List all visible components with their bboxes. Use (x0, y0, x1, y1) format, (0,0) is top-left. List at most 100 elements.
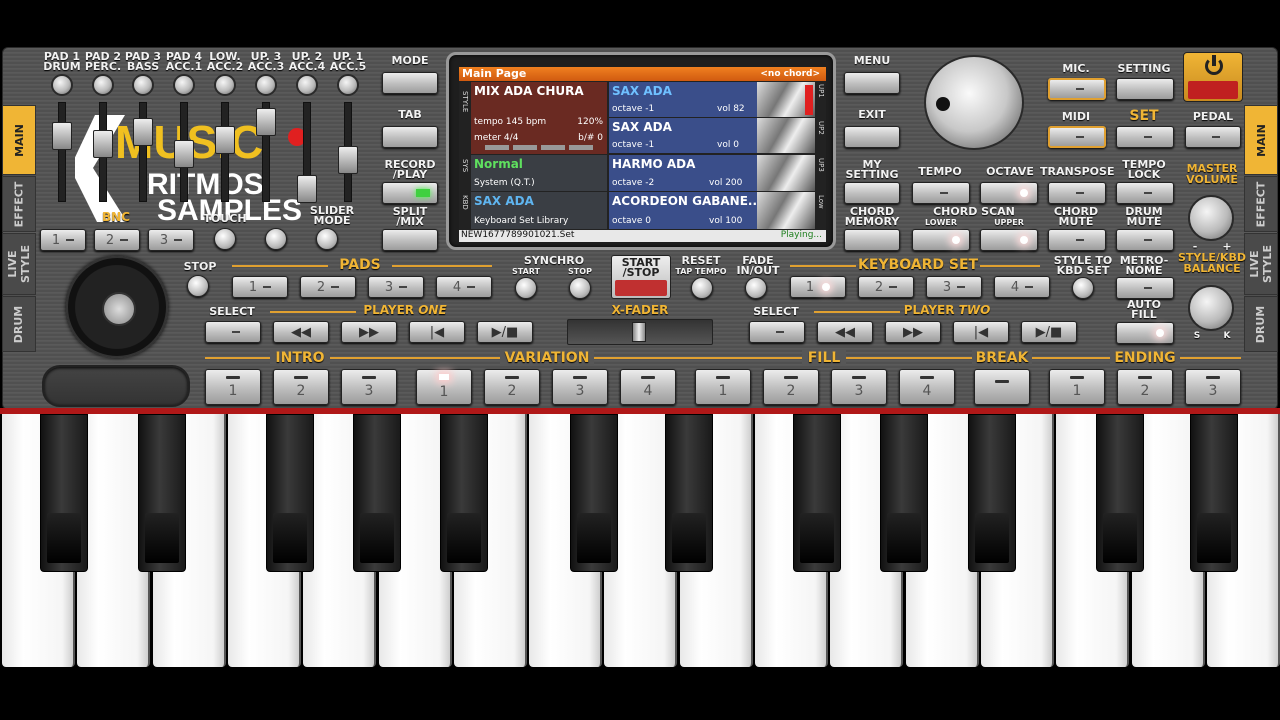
player-two-forward-button[interactable]: ▶▶ (885, 321, 941, 343)
exit-button[interactable] (844, 126, 900, 148)
fader-handle[interactable] (133, 118, 153, 146)
tab-effect-left[interactable]: EFFECT (2, 176, 36, 232)
variation-button[interactable]: 2 (484, 369, 540, 405)
tab-drum-left[interactable]: DRUM (2, 296, 36, 352)
black-key[interactable] (1190, 414, 1238, 572)
fill-button[interactable]: 2 (763, 369, 819, 405)
tempo-button[interactable] (912, 182, 970, 204)
pads-stop-button[interactable] (187, 275, 209, 297)
transpose-button[interactable] (1048, 182, 1106, 204)
xfader-track[interactable] (567, 319, 713, 345)
lower-cell[interactable]: ACORDEON GABANE.. octave 0 vol 100 (609, 192, 815, 229)
jog-wheel[interactable] (66, 256, 168, 358)
black-key[interactable] (266, 414, 314, 572)
style-kbd-balance-knob[interactable] (1188, 285, 1234, 331)
pedal-button[interactable] (1185, 126, 1241, 148)
player-one-prev-button[interactable]: |◀ (409, 321, 465, 343)
mixer-pan-knob[interactable] (51, 74, 73, 96)
tab-live-style-left[interactable]: LIVE STYLE (2, 233, 36, 295)
kbd-cell[interactable]: SAX ADA Keyboard Set Library (471, 192, 607, 229)
variation-button[interactable]: 4 (620, 369, 676, 405)
black-key[interactable] (40, 414, 88, 572)
chord-scan-lower-button[interactable] (912, 229, 970, 251)
intro-button[interactable]: 3 (341, 369, 397, 405)
fader-handle[interactable] (52, 122, 72, 150)
style-to-kbd-button[interactable] (1072, 277, 1094, 299)
tab-main-right[interactable]: MAIN (1244, 105, 1278, 175)
player-two-rewind-button[interactable]: ◀◀ (817, 321, 873, 343)
player-one-forward-button[interactable]: ▶▶ (341, 321, 397, 343)
mixer-pan-knob[interactable] (255, 74, 277, 96)
power-button[interactable] (1183, 52, 1243, 102)
black-key[interactable] (968, 414, 1016, 572)
midi-button[interactable] (1048, 126, 1106, 148)
ending-button[interactable]: 1 (1049, 369, 1105, 405)
black-key[interactable] (1096, 414, 1144, 572)
mode-button[interactable] (382, 72, 438, 94)
mixer-button[interactable] (265, 228, 287, 250)
black-key[interactable] (570, 414, 618, 572)
variation-button[interactable]: 1 (416, 369, 472, 405)
fill-button[interactable]: 1 (695, 369, 751, 405)
fill-button[interactable]: 4 (899, 369, 955, 405)
xfader-handle[interactable] (632, 322, 646, 342)
chord-mute-button[interactable] (1048, 229, 1106, 251)
data-dial[interactable] (924, 55, 1024, 150)
menu-button[interactable] (844, 72, 900, 94)
mixer-pan-knob[interactable] (132, 74, 154, 96)
keyboard-set-button[interactable]: 3 (926, 276, 982, 298)
fader-handle[interactable] (93, 130, 113, 158)
upper3-cell[interactable]: HARMO ADA octave -2 vol 200 (609, 155, 815, 191)
player-two-select-button[interactable] (749, 321, 805, 343)
pad-button[interactable]: 2 (300, 276, 356, 298)
keyboard-set-button[interactable]: 2 (858, 276, 914, 298)
ending-button[interactable]: 2 (1117, 369, 1173, 405)
mixer-pan-knob[interactable] (92, 74, 114, 96)
tempo-lock-button[interactable] (1116, 182, 1174, 204)
black-key[interactable] (440, 414, 488, 572)
setting-button[interactable] (1116, 78, 1174, 100)
fader-handle[interactable] (174, 140, 194, 168)
octave-button[interactable] (980, 182, 1038, 204)
mixer-pan-knob[interactable] (214, 74, 236, 96)
keyboard-set-button[interactable]: 4 (994, 276, 1050, 298)
mixer-bank-button[interactable]: 2 (94, 229, 140, 251)
pad-button[interactable]: 4 (436, 276, 492, 298)
synchro-stop-button[interactable] (569, 277, 591, 299)
touch-button[interactable] (214, 228, 236, 250)
my-setting-button[interactable] (844, 182, 900, 204)
split-mix-button[interactable] (382, 229, 438, 251)
mixer-pan-knob[interactable] (337, 74, 359, 96)
keyboard-set-button[interactable]: 1 (790, 276, 846, 298)
metronome-button[interactable] (1116, 277, 1174, 299)
fader-handle[interactable] (256, 108, 276, 136)
mixer-pan-knob[interactable] (173, 74, 195, 96)
black-key[interactable] (880, 414, 928, 572)
slider-mode-button[interactable] (316, 228, 338, 250)
black-key[interactable] (138, 414, 186, 572)
chord-memory-button[interactable] (844, 229, 900, 251)
record-play-button[interactable] (382, 182, 438, 204)
player-two-play-stop-button[interactable]: ▶/■ (1021, 321, 1077, 343)
mixer-pan-knob[interactable] (296, 74, 318, 96)
mic-button[interactable] (1048, 78, 1106, 100)
tab-drum-right[interactable]: DRUM (1244, 296, 1278, 352)
tab-live-style-right[interactable]: LIVE STYLE (1244, 233, 1278, 295)
black-key[interactable] (665, 414, 713, 572)
pad-button[interactable]: 1 (232, 276, 288, 298)
drum-mute-button[interactable] (1116, 229, 1174, 251)
fill-button[interactable]: 3 (831, 369, 887, 405)
auto-fill-button[interactable] (1116, 322, 1174, 344)
ending-button[interactable]: 3 (1185, 369, 1241, 405)
master-volume-knob[interactable] (1188, 195, 1234, 241)
pad-button[interactable]: 3 (368, 276, 424, 298)
pitch-bend-pad[interactable] (42, 365, 190, 407)
chord-scan-upper-button[interactable] (980, 229, 1038, 251)
tab-effect-right[interactable]: EFFECT (1244, 176, 1278, 232)
style-cell[interactable]: MIX ADA CHURA tempo 145 bpm 120% meter 4… (471, 82, 607, 154)
intro-button[interactable]: 1 (205, 369, 261, 405)
player-one-rewind-button[interactable]: ◀◀ (273, 321, 329, 343)
synchro-start-button[interactable] (515, 277, 537, 299)
fader-handle[interactable] (338, 146, 358, 174)
intro-button[interactable]: 2 (273, 369, 329, 405)
